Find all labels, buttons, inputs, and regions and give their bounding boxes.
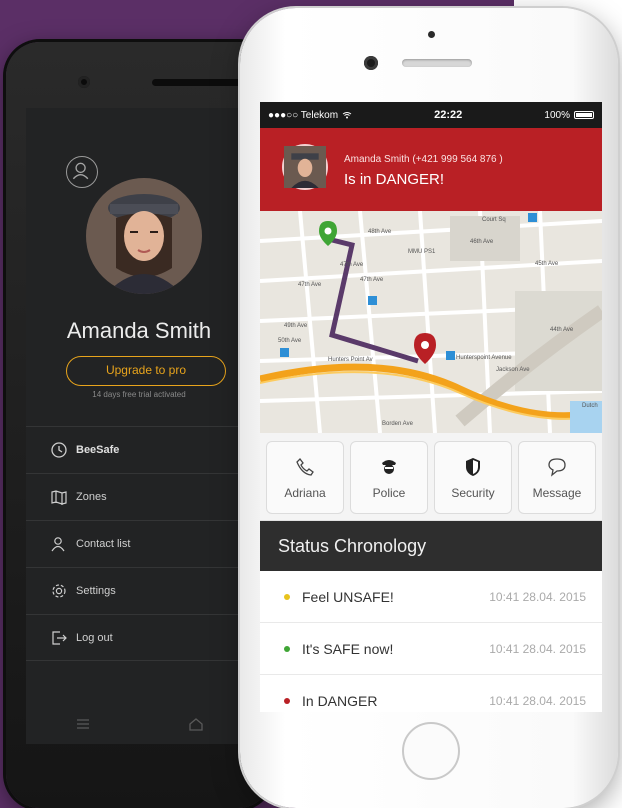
map-label: Hunters Point Av [328, 357, 373, 363]
clock-icon [51, 442, 67, 458]
phone-icon [296, 457, 314, 476]
home-button[interactable] [402, 722, 460, 780]
android-menu-screen: Amanda Smith Upgrade to pro 14 days free… [26, 108, 252, 744]
map-label: Dutch [582, 403, 598, 409]
map-label: 49th Ave [284, 323, 308, 329]
chronology-item[interactable]: Feel UNSAFE! 10:41 28.04. 2015 [260, 571, 602, 623]
chronology-time: 10:41 28.04. 2015 [489, 641, 586, 656]
menu-item-label: Log out [76, 631, 113, 644]
contact-avatar [282, 144, 328, 190]
upgrade-button[interactable]: Upgrade to pro [66, 356, 226, 386]
earpiece-dot [428, 31, 435, 38]
map-label: 44th Ave [550, 327, 574, 333]
status-dot-icon [284, 593, 290, 600]
call-security-button[interactable]: Security [434, 441, 512, 514]
chronology-list: Feel UNSAFE! 10:41 28.04. 2015 It's SAFE… [260, 571, 602, 712]
battery-icon [573, 111, 594, 119]
side-menu: BeeSafe Zones Contact list Settings Log … [26, 426, 252, 661]
gear-icon [52, 584, 66, 598]
profile-avatar [86, 178, 202, 294]
police-icon [382, 459, 396, 474]
map-label: MMU PS1 [408, 249, 436, 255]
logout-icon [52, 630, 67, 645]
menu-item-beesafe[interactable]: BeeSafe [26, 426, 252, 473]
chronology-item[interactable]: It's SAFE now! 10:41 28.04. 2015 [260, 623, 602, 675]
status-dot-icon [284, 697, 290, 704]
chronology-time: 10:41 28.04. 2015 [489, 589, 586, 604]
map-label: 50th Ave [278, 338, 302, 344]
call-contact-button[interactable]: Adriana [266, 441, 344, 514]
clock: 22:22 [434, 109, 463, 121]
chronology-header: Status Chronology [260, 521, 602, 571]
action-label: Security [451, 485, 495, 500]
map-label: 45th Ave [535, 261, 559, 267]
map-label: 47th Ave [340, 262, 364, 268]
profile-name: Amanda Smith [66, 318, 212, 343]
chronology-item[interactable]: In DANGER 10:41 28.04. 2015 [260, 675, 602, 712]
map-icon [51, 490, 67, 505]
ios-alert-screen: ●●●○○ Telekom 22:22 100% Amanda Smith (+… [260, 102, 602, 712]
menu-item-zones[interactable]: Zones [26, 473, 252, 520]
location-map[interactable]: 48th Ave 47th Ave 47th Ave 49th Ave 50th… [260, 211, 602, 433]
map-label: Jackson Ave [496, 367, 530, 373]
alert-status: Is in DANGER! [344, 171, 445, 188]
status-bar: ●●●○○ Telekom 22:22 100% [260, 102, 602, 128]
send-message-button[interactable]: Message [518, 441, 596, 514]
danger-alert-banner: Amanda Smith (+421 999 564 876 ) Is in D… [260, 128, 602, 211]
menu-item-label: Zones [76, 491, 107, 503]
menu-item-settings[interactable]: Settings [26, 567, 252, 614]
map-label: 48th Ave [368, 229, 392, 235]
shield-icon [466, 457, 480, 476]
menu-item-label: BeeSafe [76, 444, 120, 456]
menu-item-logout[interactable]: Log out [26, 614, 252, 661]
map-label: 46th Ave [470, 239, 494, 245]
action-label: Adriana [284, 485, 326, 500]
chronology-label: It's SAFE now! [302, 640, 394, 657]
quick-actions: Adriana Police Security Message [260, 433, 602, 521]
camera [78, 76, 90, 88]
action-label: Message [532, 485, 582, 500]
action-label: Police [372, 485, 406, 500]
alert-contact: Amanda Smith (+421 999 564 876 ) [344, 154, 503, 165]
android-nav-bar [26, 702, 252, 746]
speaker-grille [402, 59, 472, 67]
front-camera [364, 56, 378, 70]
wifi-icon [342, 112, 352, 119]
menu-item-contact-list[interactable]: Contact list [26, 520, 252, 567]
status-dot-icon [284, 645, 290, 652]
map-label: Borden Ave [382, 421, 414, 427]
map-label: Hunterspoint Avenue [456, 355, 512, 361]
contacts-icon [51, 537, 65, 552]
speaker [152, 79, 242, 86]
carrier-label: ●●●○○ Telekom [268, 109, 339, 121]
battery-label: 100% [544, 109, 570, 121]
map-label: 47th Ave [298, 282, 322, 288]
trial-note: 14 days free trial activated [92, 390, 186, 399]
chat-icon [548, 457, 566, 477]
chronology-label: In DANGER [302, 692, 378, 709]
menu-item-label: Contact list [76, 538, 131, 550]
map-label: Court Sq [482, 217, 506, 223]
call-police-button[interactable]: Police [350, 441, 428, 514]
menu-item-label: Settings [76, 585, 116, 597]
home-icon[interactable] [188, 716, 204, 732]
chronology-label: Feel UNSAFE! [302, 588, 394, 605]
user-icon[interactable] [66, 156, 98, 188]
menu-icon[interactable] [75, 716, 91, 732]
map-label: 47th Ave [360, 277, 384, 283]
chronology-time: 10:41 28.04. 2015 [489, 693, 586, 708]
